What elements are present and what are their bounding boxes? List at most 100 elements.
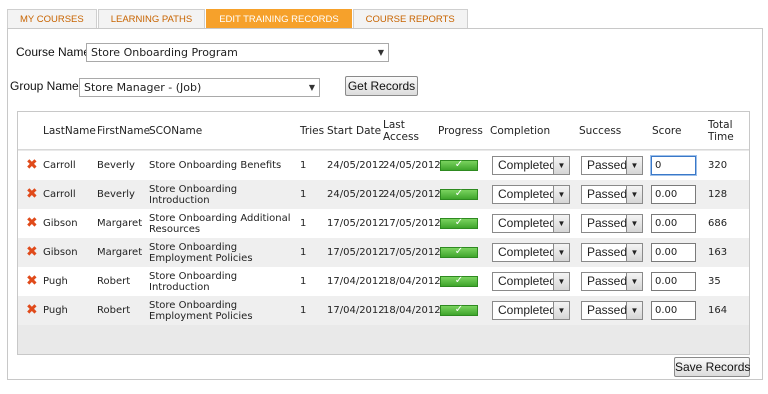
check-icon: ✓	[454, 188, 464, 199]
course-name-value: Store Onboarding Program	[91, 46, 238, 59]
cell-start-date: 17/04/2012	[327, 305, 385, 316]
cell-lastname: Gibson	[43, 247, 78, 258]
chevron-down-icon: ▼	[553, 273, 569, 290]
col-total-time[interactable]: Total Time	[708, 119, 734, 143]
tab-edit-training-records[interactable]: EDIT TRAINING RECORDS	[206, 9, 352, 29]
completion-select[interactable]: Completed ▼	[492, 243, 570, 262]
score-input[interactable]: 0.00	[651, 243, 696, 262]
close-icon[interactable]: ✖	[26, 245, 39, 259]
col-completion[interactable]: Completion	[490, 125, 550, 137]
progress-bar: ✓	[440, 159, 478, 171]
success-select[interactable]: Passed ▼	[581, 243, 643, 262]
success-value: Passed	[587, 158, 628, 172]
cell-sconame: Store Onboarding Employment Policies	[149, 241, 253, 264]
table-row: ✖ Gibson Margaret Store Onboarding Emplo…	[18, 238, 749, 267]
col-last-access[interactable]: Last Access	[383, 119, 419, 143]
table-row: ✖ Carroll Beverly Store Onboarding Benef…	[18, 151, 749, 180]
tab-learning-paths[interactable]: LEARNING PATHS	[97, 9, 206, 29]
progress-bar: ✓	[440, 304, 478, 316]
progress-bar: ✓	[440, 275, 478, 287]
progress-bar: ✓	[440, 217, 478, 229]
cell-start-date: 24/05/2012	[327, 189, 385, 200]
chevron-down-icon: ▼	[377, 48, 384, 57]
cell-total-time: 35	[708, 276, 721, 287]
chevron-down-icon: ▼	[626, 302, 642, 319]
completion-value: Completed	[498, 187, 557, 201]
progress-bar: ✓	[440, 188, 478, 200]
completion-select[interactable]: Completed ▼	[492, 156, 570, 175]
success-select[interactable]: Passed ▼	[581, 156, 643, 175]
score-input[interactable]: 0.00	[651, 185, 696, 204]
group-name-label: Group Name:	[10, 79, 83, 93]
completion-select[interactable]: Completed ▼	[492, 214, 570, 233]
completion-select[interactable]: Completed ▼	[492, 301, 570, 320]
close-icon[interactable]: ✖	[26, 274, 39, 288]
cell-sconame: Store Onboarding Benefits	[149, 160, 282, 171]
chevron-down-icon: ▼	[553, 157, 569, 174]
score-input[interactable]: 0.00	[651, 214, 696, 233]
success-select[interactable]: Passed ▼	[581, 301, 643, 320]
close-icon[interactable]: ✖	[26, 158, 39, 172]
col-firstname[interactable]: FirstName	[97, 125, 150, 137]
cell-last-access: 18/04/2012	[383, 276, 441, 287]
cell-total-time: 686	[708, 218, 728, 229]
completion-value: Completed	[498, 303, 557, 317]
completion-select[interactable]: Completed ▼	[492, 272, 570, 291]
score-input[interactable]: 0	[651, 156, 696, 175]
col-sconame[interactable]: SCOName	[149, 125, 202, 137]
col-progress[interactable]: Progress	[438, 125, 483, 137]
success-select[interactable]: Passed ▼	[581, 272, 643, 291]
close-icon[interactable]: ✖	[26, 187, 39, 201]
cell-last-access: 18/04/2012	[383, 305, 441, 316]
completion-select[interactable]: Completed ▼	[492, 185, 570, 204]
cell-firstname: Robert	[97, 276, 131, 287]
completion-value: Completed	[498, 245, 557, 259]
table-row: ✖ Pugh Robert Store Onboarding Employmen…	[18, 296, 749, 325]
check-icon: ✓	[454, 246, 464, 257]
success-value: Passed	[587, 187, 628, 201]
success-select[interactable]: Passed ▼	[581, 185, 643, 204]
chevron-down-icon: ▼	[626, 244, 642, 261]
cell-lastname: Carroll	[43, 189, 76, 200]
course-name-select[interactable]: Store Onboarding Program ▼	[86, 43, 389, 62]
get-records-button[interactable]: Get Records	[345, 76, 418, 96]
group-name-select[interactable]: Store Manager - (Job) ▼	[79, 78, 320, 97]
cell-lastname: Gibson	[43, 218, 78, 229]
success-select[interactable]: Passed ▼	[581, 214, 643, 233]
success-value: Passed	[587, 245, 628, 259]
chevron-down-icon: ▼	[553, 302, 569, 319]
cell-total-time: 320	[708, 160, 728, 171]
save-records-button[interactable]: Save Records	[674, 357, 750, 377]
score-input[interactable]: 0.00	[651, 301, 696, 320]
col-last-access-line2: Access	[383, 131, 419, 143]
col-start-date[interactable]: Start Date	[327, 125, 381, 137]
cell-sconame: Store Onboarding Introduction	[149, 183, 238, 206]
cell-firstname: Margaret	[97, 247, 143, 258]
cell-total-time: 163	[708, 247, 728, 258]
check-icon: ✓	[454, 304, 464, 315]
cell-total-time: 128	[708, 189, 728, 200]
col-score[interactable]: Score	[652, 125, 681, 137]
col-success[interactable]: Success	[579, 125, 621, 137]
col-tries[interactable]: Tries	[300, 125, 324, 137]
records-grid: LastName FirstName SCOName Tries Start D…	[17, 111, 750, 355]
cell-tries: 1	[300, 247, 307, 258]
cell-last-access: 17/05/2012	[383, 247, 441, 258]
completion-value: Completed	[498, 216, 557, 230]
tab-course-reports[interactable]: COURSE REPORTS	[352, 9, 468, 29]
cell-start-date: 17/04/2012	[327, 276, 385, 287]
cell-start-date: 17/05/2012	[327, 218, 385, 229]
cell-tries: 1	[300, 276, 307, 287]
cell-last-access: 17/05/2012	[383, 218, 441, 229]
cell-lastname: Carroll	[43, 160, 76, 171]
course-name-label: Course Name:	[16, 45, 94, 59]
col-lastname[interactable]: LastName	[43, 125, 96, 137]
cell-firstname: Robert	[97, 305, 131, 316]
tab-my-courses[interactable]: MY COURSES	[7, 9, 97, 29]
score-input[interactable]: 0.00	[651, 272, 696, 291]
col-total-time-line2: Time	[708, 131, 734, 143]
close-icon[interactable]: ✖	[26, 216, 39, 230]
cell-lastname: Pugh	[43, 305, 68, 316]
chevron-down-icon: ▼	[626, 186, 642, 203]
close-icon[interactable]: ✖	[26, 303, 39, 317]
